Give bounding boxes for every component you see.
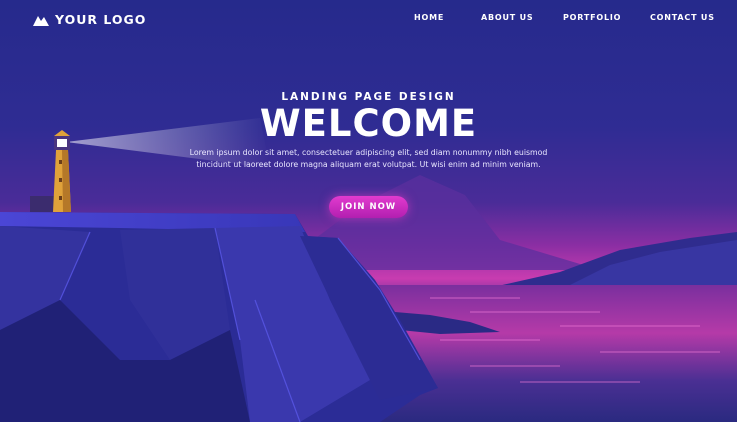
hero-description-line-2: tincidunt ut laoreet dolore magna aliqua…	[196, 160, 541, 169]
main-navigation: HOME ABOUT US PORTFOLIO CONTACT US	[0, 13, 737, 25]
landing-page: YOUR LOGO HOME ABOUT US PORTFOLIO CONTAC…	[0, 0, 737, 422]
nav-item-about-us[interactable]: ABOUT US	[481, 13, 534, 22]
nav-item-contact-us[interactable]: CONTACT US	[650, 13, 715, 22]
nav-item-portfolio[interactable]: PORTFOLIO	[563, 13, 621, 22]
hero-section: LANDING PAGE DESIGN WELCOME Lorem ipsum …	[0, 90, 737, 171]
join-now-button[interactable]: JOIN NOW	[329, 196, 408, 218]
nav-item-home[interactable]: HOME	[414, 13, 444, 22]
hero-title: WELCOME	[259, 102, 478, 145]
hero-description-line-1: Lorem ipsum dolor sit amet, consectetuer…	[189, 148, 548, 157]
hero-description: Lorem ipsum dolor sit amet, consectetuer…	[159, 147, 579, 171]
top-navigation-bar: YOUR LOGO HOME ABOUT US PORTFOLIO CONTAC…	[0, 0, 737, 38]
